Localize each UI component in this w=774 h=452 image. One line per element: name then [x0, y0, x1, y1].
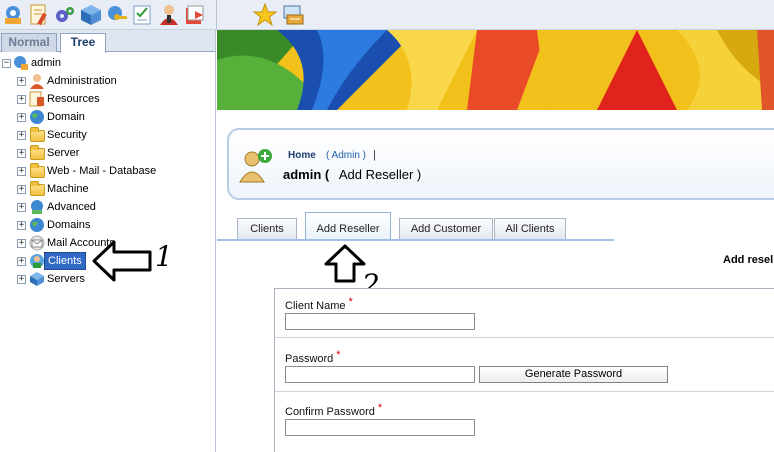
- tree-label: Advanced: [47, 201, 96, 213]
- tree-label: Domains: [47, 219, 91, 231]
- tree-label: Servers: [47, 273, 85, 285]
- globe-icon: [30, 110, 44, 124]
- expand-icon[interactable]: +: [17, 149, 26, 158]
- tree-label-selected: Clients: [44, 252, 86, 270]
- exit-icon[interactable]: [183, 3, 207, 27]
- tree-label: Domain: [47, 111, 85, 123]
- tabs-underline: [217, 239, 614, 241]
- annotation-arrow-left-icon: [92, 240, 152, 282]
- breadcrumb-admin-link[interactable]: ( Admin ): [326, 150, 366, 161]
- tree-label: Security: [47, 129, 87, 141]
- client-name-label: Client Name *: [285, 296, 353, 312]
- tree-item-machine[interactable]: + Machine: [0, 180, 215, 198]
- user-group-icon[interactable]: [157, 3, 181, 27]
- required-marker: *: [336, 349, 341, 361]
- page-title-user: admin (: [283, 167, 330, 182]
- tree-label: Resources: [47, 93, 100, 105]
- expand-icon[interactable]: +: [17, 113, 26, 122]
- confirm-password-label: Confirm Password *: [285, 402, 383, 418]
- tree-label: Web - Mail - Database: [47, 165, 157, 177]
- tab-add-reseller[interactable]: Add Reseller: [305, 212, 391, 240]
- tree-label: Machine: [47, 183, 89, 195]
- confirm-password-input[interactable]: [285, 419, 475, 436]
- tree-item-administration[interactable]: + Administration: [0, 72, 215, 90]
- password-label: Password *: [285, 349, 341, 365]
- tree-item-security[interactable]: + Security: [0, 126, 215, 144]
- section-heading: Add resel: [723, 254, 774, 266]
- tab-tree[interactable]: Tree: [60, 33, 106, 53]
- checklist-icon[interactable]: [131, 3, 155, 27]
- page-title-page: Add Reseller ): [338, 167, 422, 182]
- cube-icon[interactable]: [79, 3, 103, 27]
- breadcrumb-home-link[interactable]: Home: [288, 150, 316, 161]
- password-input[interactable]: [285, 366, 475, 383]
- resources-icon: [29, 91, 44, 107]
- page-header-card: [227, 128, 774, 200]
- expand-icon[interactable]: +: [17, 167, 26, 176]
- expand-icon[interactable]: +: [17, 95, 26, 104]
- annotation-number-1: 1: [155, 240, 173, 273]
- tree-item-resources[interactable]: + Resources: [0, 90, 215, 108]
- collapse-icon[interactable]: −: [2, 59, 11, 68]
- tree-label: Administration: [47, 75, 117, 87]
- mail-icon: [29, 235, 45, 251]
- expand-icon[interactable]: +: [17, 203, 26, 212]
- expand-icon[interactable]: +: [17, 77, 26, 86]
- generate-password-button[interactable]: Generate Password: [479, 366, 668, 383]
- gears-icon[interactable]: [53, 3, 77, 27]
- add-user-icon: [239, 149, 272, 183]
- admin-user-icon: [30, 74, 44, 89]
- required-marker: *: [377, 402, 383, 414]
- globe-icon: [30, 218, 44, 232]
- tab-all-clients[interactable]: All Clients: [494, 218, 566, 239]
- tab-normal[interactable]: Normal: [1, 33, 57, 52]
- folder-icon: [30, 163, 45, 178]
- tree-item-advanced[interactable]: + Advanced: [0, 198, 215, 216]
- tree-root[interactable]: − admin: [0, 54, 215, 72]
- network-settings-icon[interactable]: [1, 3, 25, 27]
- folder-icon: [30, 181, 45, 196]
- expand-icon[interactable]: +: [17, 257, 26, 266]
- expand-icon[interactable]: +: [17, 221, 26, 230]
- folder-icon: [30, 127, 45, 142]
- main-toolbar: [0, 0, 774, 30]
- tree-root-label: admin: [31, 57, 61, 69]
- client-name-input[interactable]: [285, 313, 475, 330]
- required-marker: *: [348, 296, 353, 308]
- server-cube-icon: [30, 272, 44, 286]
- tree-item-domain[interactable]: + Domain: [0, 108, 215, 126]
- expand-icon[interactable]: +: [17, 275, 26, 284]
- folder-icon: [30, 145, 45, 160]
- page-title: admin ( Add Reseller ): [283, 167, 421, 182]
- clients-icon: [30, 254, 44, 268]
- printer-monitor-icon[interactable]: [281, 3, 305, 27]
- network-key-icon[interactable]: [105, 3, 129, 27]
- feathers-banner-image: [217, 30, 774, 110]
- tree-item-server[interactable]: + Server: [0, 144, 215, 162]
- expand-icon[interactable]: +: [17, 239, 26, 248]
- panel-tabs: Normal Tree: [0, 30, 215, 53]
- favorites-star-icon[interactable]: [252, 2, 278, 27]
- header-banner: [217, 30, 774, 110]
- tab-add-customer[interactable]: Add Customer: [399, 218, 493, 239]
- breadcrumb-separator: |: [373, 149, 376, 161]
- tree-label: Server: [47, 147, 80, 159]
- expand-icon[interactable]: +: [17, 185, 26, 194]
- expand-icon[interactable]: +: [17, 131, 26, 140]
- document-edit-icon[interactable]: [27, 3, 51, 27]
- tree-item-web-mail-database[interactable]: + Web - Mail - Database: [0, 162, 215, 180]
- admin-root-icon: [14, 56, 28, 70]
- network-icon: [31, 200, 43, 214]
- tree-item-domains[interactable]: + Domains: [0, 216, 215, 234]
- tab-clients[interactable]: Clients: [237, 218, 297, 239]
- toolbar-divider: [216, 0, 217, 30]
